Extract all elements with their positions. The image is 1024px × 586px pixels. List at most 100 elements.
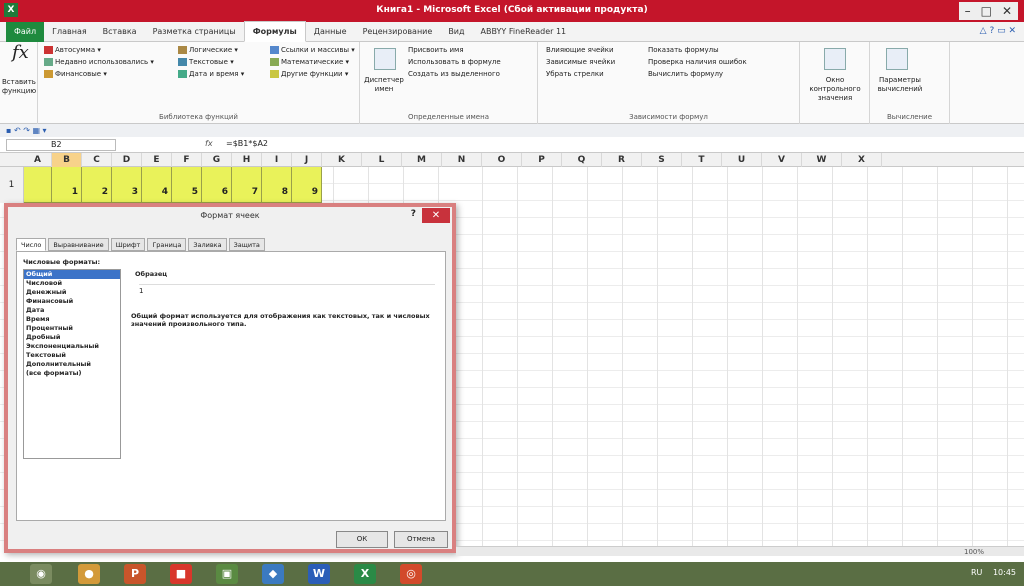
powerpoint-icon[interactable]: P bbox=[124, 564, 146, 584]
create-from-selection-button[interactable]: Создать из выделенного bbox=[408, 70, 500, 79]
trace-dependents-button[interactable]: Зависимые ячейки bbox=[546, 58, 615, 67]
dialog-tab[interactable]: Граница bbox=[147, 238, 187, 251]
column-header[interactable]: T bbox=[682, 153, 722, 167]
column-header[interactable]: K bbox=[322, 153, 362, 167]
column-header[interactable]: L bbox=[362, 153, 402, 167]
dialog-tab[interactable]: Заливка bbox=[188, 238, 227, 251]
cell[interactable]: 2 bbox=[82, 167, 112, 203]
column-header[interactable]: G bbox=[202, 153, 232, 167]
insert-function-button[interactable]: Вставить функцию bbox=[2, 78, 36, 96]
dialog-tab[interactable]: Шрифт bbox=[110, 238, 146, 251]
browser-icon[interactable]: ● bbox=[78, 564, 100, 584]
column-header[interactable]: R bbox=[602, 153, 642, 167]
column-header[interactable]: V bbox=[762, 153, 802, 167]
category-item[interactable]: Время bbox=[24, 315, 120, 324]
category-item[interactable]: Числовой bbox=[24, 279, 120, 288]
picture-icon[interactable]: ▣ bbox=[216, 564, 238, 584]
help-icon[interactable]: ? bbox=[411, 209, 416, 219]
explorer-icon[interactable]: ◆ bbox=[262, 564, 284, 584]
fx-icon[interactable]: fx bbox=[12, 44, 29, 62]
help-icon[interactable]: △ ? ▭ ✕ bbox=[980, 26, 1016, 36]
column-header[interactable]: O bbox=[482, 153, 522, 167]
column-header[interactable]: X bbox=[842, 153, 882, 167]
assign-name-button[interactable]: Присвоить имя bbox=[408, 46, 464, 55]
cell[interactable]: 1 bbox=[52, 167, 82, 203]
category-item[interactable]: Дата bbox=[24, 306, 120, 315]
column-header[interactable]: D bbox=[112, 153, 142, 167]
remove-arrows-button[interactable]: Убрать стрелки bbox=[546, 70, 604, 79]
column-header[interactable]: H bbox=[232, 153, 262, 167]
cell[interactable]: 8 bbox=[262, 167, 292, 203]
chrome-icon[interactable]: ◎ bbox=[400, 564, 422, 584]
row-header[interactable]: 1 bbox=[0, 167, 24, 203]
zoom-level[interactable]: 100% bbox=[964, 548, 984, 556]
ribbon-tab[interactable]: Разметка страницы bbox=[145, 22, 244, 42]
column-header[interactable]: W bbox=[802, 153, 842, 167]
excel-taskbar-icon[interactable]: X bbox=[354, 564, 376, 584]
recent-button[interactable]: Недавно использовались ▾ bbox=[44, 58, 154, 67]
column-header[interactable]: I bbox=[262, 153, 292, 167]
maximize-button[interactable]: □ bbox=[981, 4, 992, 18]
evaluate-formula-button[interactable]: Вычислить формулу bbox=[648, 70, 723, 79]
ribbon-tab[interactable]: Рецензирование bbox=[355, 22, 441, 42]
cancel-button[interactable]: Отмена bbox=[394, 531, 448, 548]
category-item[interactable]: (все форматы) bbox=[24, 369, 120, 378]
formula-input[interactable]: =$B1*$A2 bbox=[222, 139, 1012, 151]
column-header[interactable]: A bbox=[24, 153, 52, 167]
ribbon-tab[interactable]: Данные bbox=[306, 22, 355, 42]
horizontal-scrollbar[interactable] bbox=[456, 546, 1024, 556]
watch-window-button[interactable]: Окно контрольного значения bbox=[802, 76, 868, 103]
close-button[interactable]: ✕ bbox=[1002, 4, 1012, 18]
financial-button[interactable]: Финансовые ▾ bbox=[44, 70, 107, 79]
logical-button[interactable]: Логические ▾ bbox=[178, 46, 238, 55]
category-item[interactable]: Дополнительный bbox=[24, 360, 120, 369]
ribbon-tab[interactable]: ABBYY FineReader 11 bbox=[473, 22, 575, 42]
autosum-button[interactable]: Автосумма ▾ bbox=[44, 46, 101, 55]
start-icon[interactable]: ◉ bbox=[30, 564, 52, 584]
category-list[interactable]: Общий Числовой Денежный Финансовый Дата Время… bbox=[23, 269, 121, 459]
name-manager-button[interactable]: Диспетчер имен bbox=[364, 76, 404, 94]
cell[interactable]: 7 bbox=[232, 167, 262, 203]
column-header[interactable]: F bbox=[172, 153, 202, 167]
column-header[interactable]: S bbox=[642, 153, 682, 167]
cell[interactable] bbox=[24, 167, 52, 203]
column-header[interactable]: C bbox=[82, 153, 112, 167]
category-item[interactable]: Денежный bbox=[24, 288, 120, 297]
ok-button[interactable]: ОК bbox=[336, 531, 388, 548]
app-icon[interactable]: ■ bbox=[170, 564, 192, 584]
error-check-button[interactable]: Проверка наличия ошибок bbox=[648, 58, 747, 67]
category-item[interactable]: Процентный bbox=[24, 324, 120, 333]
cell[interactable]: 9 bbox=[292, 167, 322, 203]
cell[interactable]: 3 bbox=[112, 167, 142, 203]
column-header[interactable]: U bbox=[722, 153, 762, 167]
calc-options-button[interactable]: Параметры вычислений bbox=[876, 76, 924, 94]
category-item[interactable]: Дробный bbox=[24, 333, 120, 342]
dialog-tab[interactable]: Число bbox=[16, 238, 47, 251]
cell[interactable]: 5 bbox=[172, 167, 202, 203]
fx-icon[interactable]: fx bbox=[205, 139, 213, 148]
dialog-close-button[interactable]: ✕ bbox=[422, 208, 450, 223]
column-header[interactable]: M bbox=[402, 153, 442, 167]
column-header[interactable]: E bbox=[142, 153, 172, 167]
text-button[interactable]: Текстовые ▾ bbox=[178, 58, 234, 67]
column-header[interactable]: P bbox=[522, 153, 562, 167]
quick-access-toolbar[interactable]: ▪ ↶ ↷ ▦ ▾ bbox=[0, 124, 1024, 137]
category-item[interactable]: Экспоненциальный bbox=[24, 342, 120, 351]
ribbon-tab[interactable]: Главная bbox=[44, 22, 95, 42]
more-functions-button[interactable]: Другие функции ▾ bbox=[270, 70, 348, 79]
cell[interactable]: 4 bbox=[142, 167, 172, 203]
column-header[interactable]: Q bbox=[562, 153, 602, 167]
ribbon-tab[interactable]: Формулы bbox=[243, 21, 306, 42]
math-button[interactable]: Математические ▾ bbox=[270, 58, 349, 67]
category-item[interactable]: Общий bbox=[24, 270, 120, 279]
column-header[interactable]: J bbox=[292, 153, 322, 167]
name-box[interactable]: B2 bbox=[6, 139, 116, 151]
dialog-tab[interactable]: Выравнивание bbox=[48, 238, 109, 251]
word-icon[interactable]: W bbox=[308, 564, 330, 584]
language-indicator[interactable]: RU bbox=[971, 568, 982, 577]
ribbon-tab[interactable]: Вид bbox=[440, 22, 472, 42]
minimize-button[interactable]: – bbox=[965, 4, 971, 18]
ribbon-tab[interactable]: Файл bbox=[6, 21, 45, 42]
ribbon-tab[interactable]: Вставка bbox=[95, 22, 145, 42]
dialog-tab[interactable]: Защита bbox=[228, 238, 265, 251]
